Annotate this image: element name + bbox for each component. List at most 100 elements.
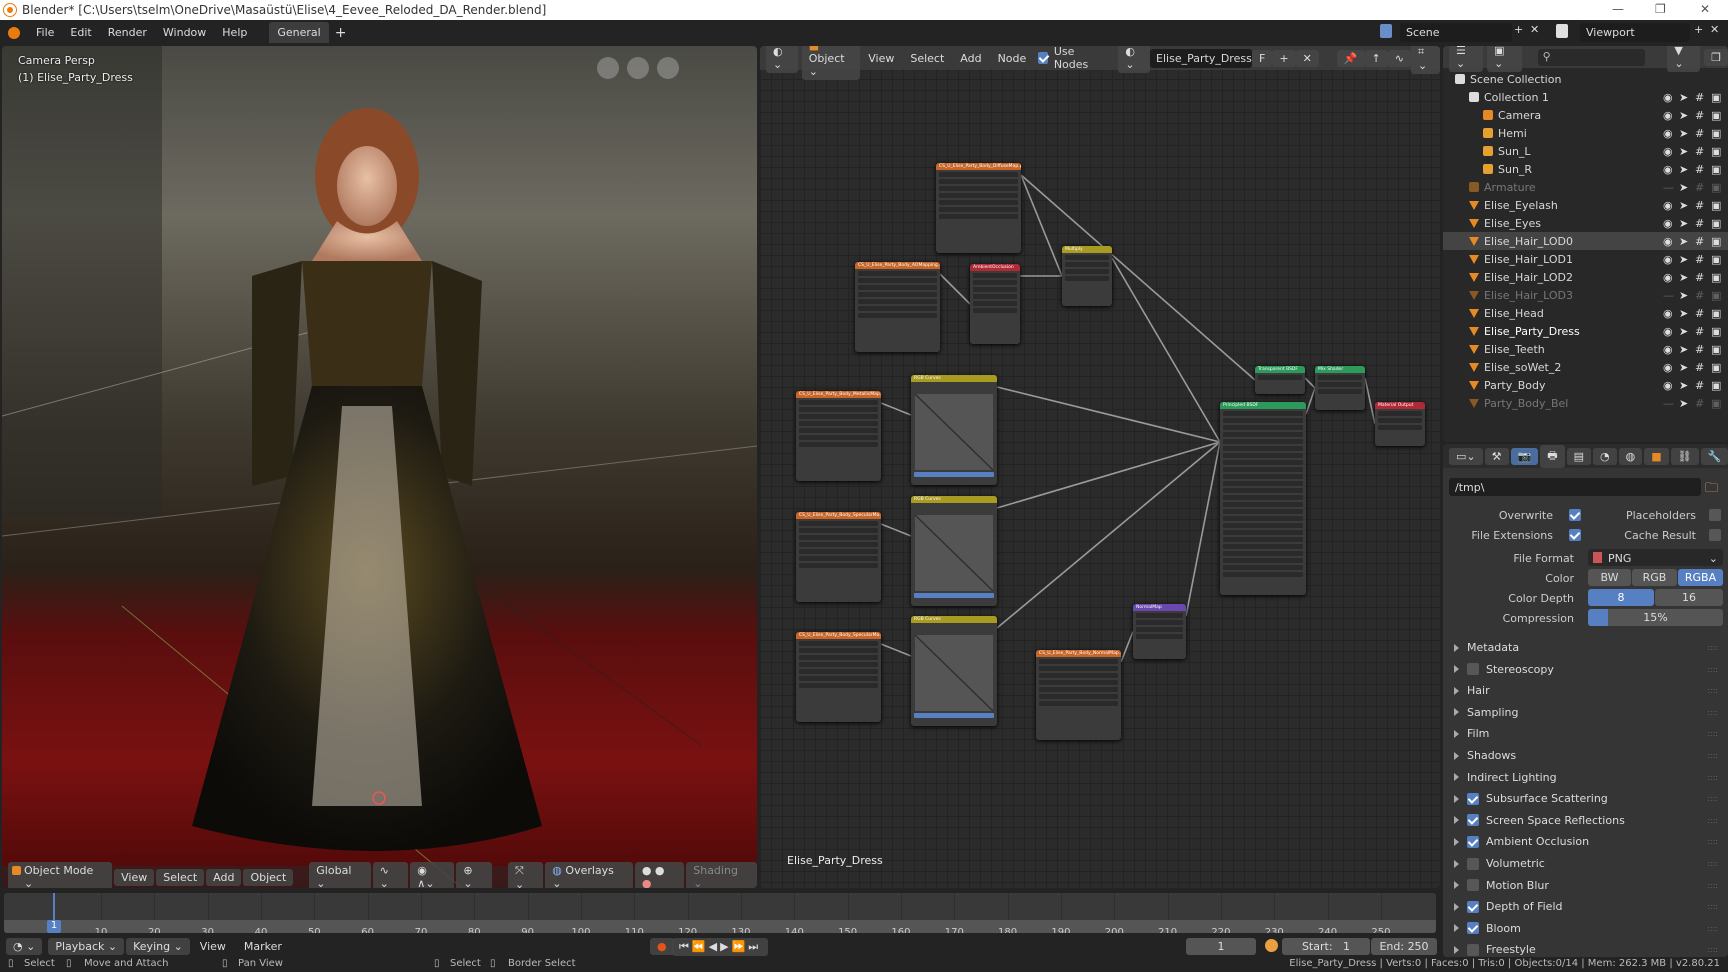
eye-icon[interactable]: ◉ [1663, 109, 1673, 122]
drag-handle-icon[interactable]: :::: [1707, 924, 1718, 933]
tool-tab-icon[interactable]: ⚒ [1484, 447, 1509, 465]
node-socket-row[interactable] [1223, 425, 1303, 430]
panel-enable-checkbox[interactable] [1467, 857, 1479, 870]
node-socket-row[interactable] [858, 292, 937, 297]
shader-node[interactable]: Principled BSDF [1220, 402, 1306, 595]
eye-icon[interactable]: ◉ [1663, 253, 1673, 266]
cache-result-checkbox[interactable] [1709, 529, 1721, 541]
node-socket-row[interactable] [1136, 634, 1183, 639]
start-frame-field[interactable]: Start: 1 [1282, 938, 1370, 955]
node-socket-row[interactable] [1223, 544, 1303, 549]
modifiers-tab-icon[interactable]: 🔧 [1700, 447, 1728, 465]
outliner-item[interactable]: Collection 1 ◉ ➤ # ▣ [1443, 88, 1728, 106]
timeline-ruler[interactable]: 10 20 30 40 50 60 70 80 90 100 110 120 130 140 150 160 1… [4, 893, 1436, 933]
panel-enable-checkbox[interactable] [1467, 900, 1479, 913]
keying-menu[interactable]: Keying ⌄ [126, 938, 190, 955]
panel-enable-checkbox[interactable] [1467, 943, 1479, 956]
shader-node[interactable]: CS_U_Elise_Party_Body_NormalMap... [1036, 650, 1121, 740]
viewport-disable-icon[interactable]: # [1695, 307, 1704, 320]
node-socket-row[interactable] [1223, 418, 1303, 423]
timeline[interactable]: 10 20 30 40 50 60 70 80 90 100 110 120 130 140 150 160 1… [0, 890, 1440, 957]
curve-widget[interactable] [915, 394, 993, 470]
viewport-menu-select[interactable]: Select [156, 868, 205, 886]
eye-icon[interactable]: — [1663, 289, 1674, 302]
folder-browse-icon[interactable]: 🗀 [1705, 479, 1718, 501]
proportional-edit-icon[interactable]: ◉ ∧⌄ [410, 862, 455, 888]
expand-arrow-icon[interactable] [1454, 924, 1459, 933]
node-socket-row[interactable] [939, 193, 1018, 198]
eye-icon[interactable]: ◉ [1663, 325, 1673, 338]
eye-icon[interactable]: — [1663, 181, 1674, 194]
color-depth-8-button[interactable]: 8 [1588, 589, 1654, 606]
curve-widget[interactable] [915, 515, 993, 591]
node-socket-row[interactable] [1223, 523, 1303, 528]
expand-arrow-icon[interactable] [1454, 881, 1459, 890]
node-socket-row[interactable] [1378, 411, 1422, 416]
shader-node[interactable]: Multiply [1062, 246, 1112, 306]
output-tab-icon[interactable]: 🖶 [1540, 444, 1565, 468]
select-icon[interactable]: ➤ [1679, 343, 1688, 356]
node-socket-row[interactable] [1136, 620, 1183, 625]
expand-arrow-icon[interactable] [1454, 665, 1459, 674]
viewport-disable-icon[interactable]: # [1695, 289, 1704, 302]
drag-handle-icon[interactable]: :::: [1707, 902, 1718, 911]
eye-icon[interactable]: ◉ [1663, 217, 1673, 230]
shader-node[interactable]: RGB Curves [911, 375, 997, 485]
properties-editor[interactable]: ▭⌄ ⚒ 📷 🖶 ▤ ◔ ◍ ■ ⛓ 🔧 ▽ ● ▦ /tmp\ 🗀 Overw… [1443, 444, 1728, 957]
expand-arrow-icon[interactable] [1454, 902, 1459, 911]
camera-view-icon[interactable] [597, 57, 619, 79]
node-socket-row[interactable] [858, 306, 937, 311]
drag-handle-icon[interactable]: :::: [1707, 751, 1718, 760]
select-icon[interactable]: ➤ [1679, 91, 1688, 104]
shading-mode-buttons[interactable]: ● ● ● [634, 862, 685, 888]
outliner-item[interactable]: Elise_Hair_LOD0 ◉ ➤ # ▣ [1443, 232, 1728, 250]
eye-icon[interactable]: ◉ [1663, 145, 1673, 158]
placeholders-checkbox[interactable] [1709, 509, 1721, 521]
minimize-button[interactable]: — [1612, 2, 1624, 16]
preview-range-icon[interactable] [1265, 939, 1278, 952]
node-socket-row[interactable] [799, 662, 878, 667]
select-icon[interactable]: ➤ [1679, 271, 1688, 284]
pivot-point-icon[interactable]: ⊕ ⌄ [456, 862, 493, 888]
new-collection-icon[interactable]: ❒ [1704, 48, 1728, 66]
panel-enable-checkbox[interactable] [1467, 835, 1479, 848]
shader-node[interactable]: CS_U_Elise_Party_Body_AOMapping... [855, 262, 940, 352]
transform-orientation-selector[interactable]: Global ⌄ [309, 862, 371, 888]
select-icon[interactable]: ➤ [1679, 199, 1688, 212]
panel-enable-checkbox[interactable] [1467, 792, 1479, 805]
expand-arrow-icon[interactable] [1454, 729, 1459, 738]
node-socket-row[interactable] [1223, 432, 1303, 437]
node-socket-row[interactable] [799, 655, 878, 660]
drag-handle-icon[interactable]: :::: [1707, 945, 1718, 954]
properties-panel[interactable]: Metadata:::: [1449, 637, 1722, 658]
node-socket-row[interactable] [1039, 666, 1118, 671]
shader-node[interactable]: RGB Curves [911, 616, 997, 726]
outliner-item[interactable]: Elise_soWet_2 ◉ ➤ # ▣ [1443, 358, 1728, 376]
eye-icon[interactable]: ◉ [1663, 199, 1673, 212]
expand-arrow-icon[interactable] [1454, 751, 1459, 760]
maximize-button[interactable]: ❐ [1655, 2, 1666, 16]
shading-popover[interactable]: Shading ⌄ [686, 862, 757, 888]
node-socket-row[interactable] [799, 683, 878, 688]
viewport-disable-icon[interactable]: # [1695, 109, 1704, 122]
render-icon[interactable]: ▣ [1711, 109, 1721, 122]
menu-file[interactable]: File [28, 26, 62, 39]
node-socket-row[interactable] [1223, 530, 1303, 535]
close-window-button[interactable]: ✕ [1700, 2, 1710, 16]
render-icon[interactable]: ▣ [1711, 145, 1721, 158]
node-socket-row[interactable] [858, 299, 937, 304]
current-frame-field[interactable]: 1 [1186, 938, 1256, 955]
node-socket-row[interactable] [1378, 425, 1422, 430]
jump-keyframe-forward-icon[interactable]: ⏩ [732, 940, 749, 953]
scene-tab-icon[interactable]: ◔ [1593, 447, 1617, 465]
select-icon[interactable]: ➤ [1679, 325, 1688, 338]
properties-panel[interactable]: Shadows:::: [1449, 745, 1722, 766]
outliner-editor-type-icon[interactable]: ☰ ⌄ [1449, 46, 1484, 72]
node-socket-row[interactable] [799, 669, 878, 674]
node-socket-row[interactable] [799, 407, 878, 412]
node-socket-row[interactable] [799, 521, 878, 526]
drag-handle-icon[interactable]: :::: [1707, 794, 1718, 803]
world-tab-icon[interactable]: ◍ [1618, 447, 1643, 465]
compression-slider[interactable]: 15% [1588, 609, 1723, 626]
node-socket-row[interactable] [1378, 418, 1422, 423]
